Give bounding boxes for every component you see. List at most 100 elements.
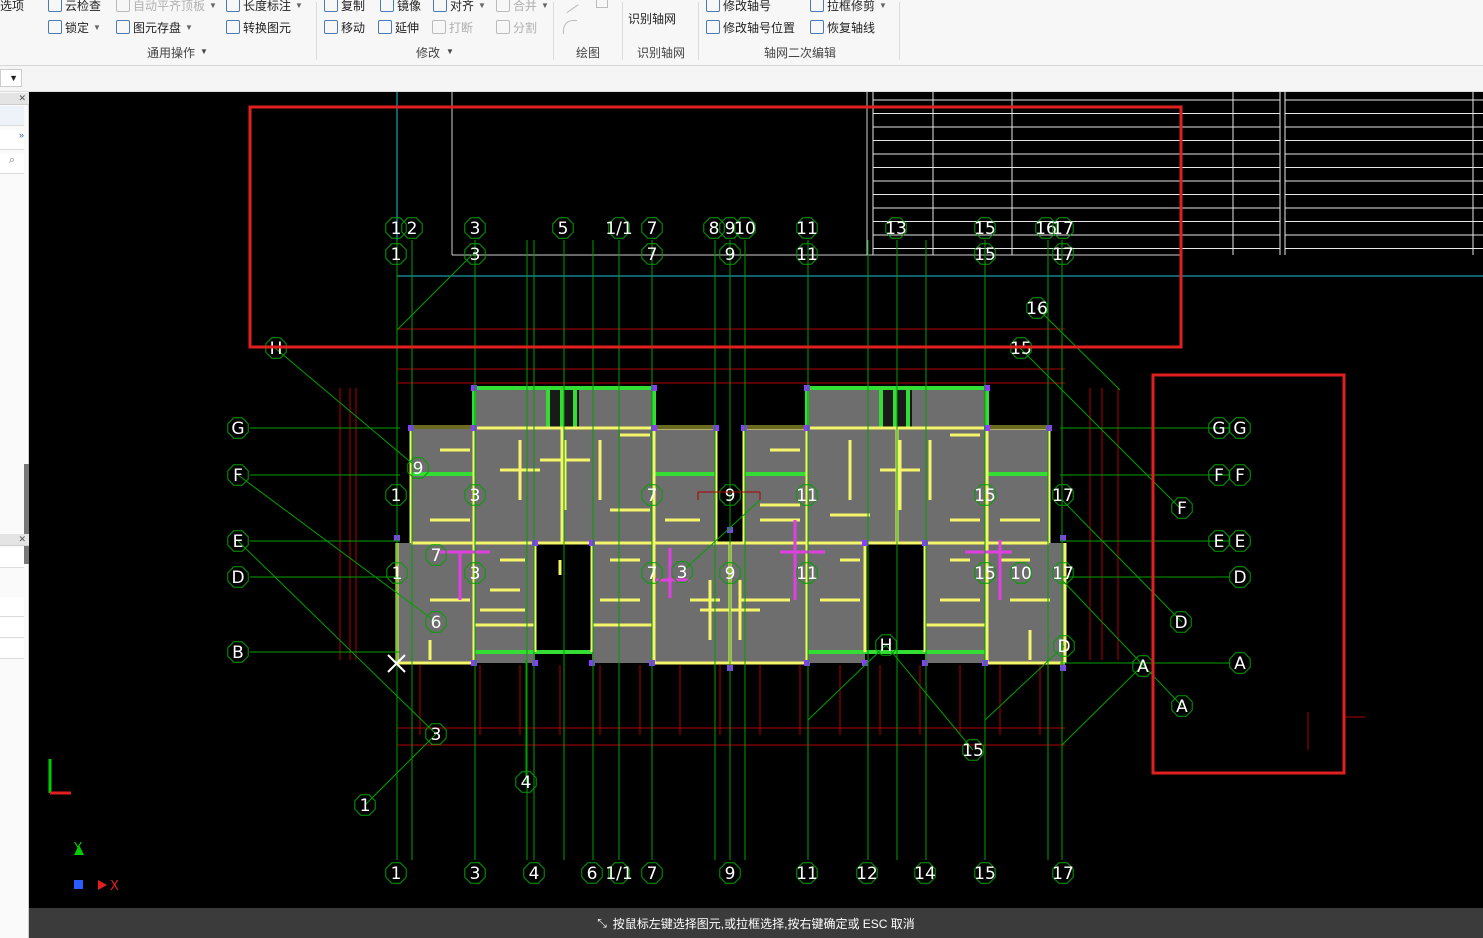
arc-draw-icon[interactable]	[563, 20, 577, 34]
axis-leader-line	[1061, 579, 1183, 707]
axis-label-text: 8	[709, 219, 720, 239]
axis-label-text: 15	[1010, 339, 1032, 359]
identify-grid-label: 识别轴网	[628, 11, 677, 26]
lock-label: 锁定	[65, 20, 90, 35]
element-save-button[interactable]: 图元存盘 ▼	[116, 18, 193, 36]
axis-label-text: 17	[1052, 245, 1074, 265]
axis-leader-line	[274, 347, 421, 471]
length-annotation-button[interactable]: 长度标注 ▼	[226, 0, 303, 14]
identify-grid-button[interactable]: 识别轴网	[628, 9, 676, 27]
axis-label-text: 17	[1052, 864, 1074, 884]
axis-label-text: 3	[470, 219, 481, 239]
axis-leader-line	[1061, 665, 1143, 746]
dropdown-caret-icon[interactable]: ▼	[295, 1, 303, 10]
y-axis-label: Y	[73, 841, 82, 856]
dropdown-caret-icon[interactable]: ▼	[541, 1, 549, 10]
merge-label: 合并	[513, 0, 538, 13]
break-label: 打断	[449, 20, 474, 35]
column-marker	[532, 540, 538, 546]
axis-label-text: 17	[1052, 486, 1074, 506]
convert-element-icon	[226, 20, 240, 34]
extend-button[interactable]: 延伸	[378, 18, 419, 36]
cad-canvas[interactable]: 1 2 3 5 1/1 7 8 9 10 11 13 15 16 17 1 3 7 9 11 15 17 16 15 H G F E…	[29, 92, 1483, 908]
axis-label-text: A	[1176, 697, 1188, 717]
convert-element-button[interactable]: 转换图元	[226, 18, 291, 36]
axis-label-text: 1	[360, 796, 371, 816]
auto-flat-board-button[interactable]: 自动平齐顶板 ▼	[116, 0, 217, 14]
split-button[interactable]: 分割	[496, 18, 537, 36]
axis-label-text: 7	[647, 219, 658, 239]
axis-label-text: F	[1235, 466, 1245, 486]
left-panel-close-icon[interactable]: ✕	[0, 93, 29, 105]
modify-axis-number-icon	[706, 0, 720, 12]
group-general-caret-icon[interactable]: ▼	[200, 47, 208, 56]
box-trim-button[interactable]: 拉框修剪 ▼	[810, 0, 887, 14]
line-draw-icon[interactable]	[561, 0, 579, 14]
left-panel-row[interactable]	[0, 618, 24, 638]
split-icon	[496, 20, 510, 34]
axis-leader-line	[1061, 499, 1183, 623]
column-marker	[471, 660, 477, 666]
axis-label-text: H	[880, 636, 893, 656]
copy-button[interactable]: 复制	[324, 0, 365, 14]
group-label-modify: 修改	[416, 46, 441, 60]
left-panel-close-icon[interactable]: ✕	[0, 534, 29, 546]
left-panel-expand-icon[interactable]: »	[0, 130, 24, 150]
axis-label-text: 1	[391, 486, 402, 506]
mirror-button[interactable]: 镜像	[380, 0, 421, 14]
restore-axis-button[interactable]: 恢复轴线	[810, 18, 875, 36]
axis-label-text: G	[1212, 419, 1225, 439]
axis-label-text: 7	[647, 486, 658, 506]
column-marker	[804, 660, 810, 666]
modify-axis-number-button[interactable]: 修改轴号	[706, 0, 771, 14]
dropdown-caret-icon[interactable]: ▼	[879, 1, 887, 10]
left-panel-row[interactable]	[0, 548, 24, 568]
left-panel-search-icon[interactable]: ⌕	[0, 154, 24, 174]
merge-button[interactable]: 合并 ▼	[496, 0, 549, 14]
lock-button[interactable]: 锁定 ▼	[48, 18, 101, 36]
left-panel: ✕ » ⌕ ✕	[0, 92, 29, 938]
align-button[interactable]: 对齐 ▼	[433, 0, 486, 14]
dropdown-caret-icon[interactable]: ▼	[209, 1, 217, 10]
dropdown-caret-icon[interactable]: ▼	[478, 1, 486, 10]
left-panel-row[interactable]	[0, 597, 24, 617]
group-label-general: 通用操作	[147, 46, 196, 60]
options-tab-partial[interactable]: 选项	[0, 0, 24, 14]
column-marker	[408, 425, 414, 431]
x-arrow-head-icon	[98, 880, 107, 890]
axis-label-text: 9	[725, 864, 736, 884]
move-button[interactable]: 移动	[324, 18, 365, 36]
group-modify-caret-icon[interactable]: ▼	[446, 47, 454, 56]
left-dropdown-chevron-icon[interactable]: ▼	[0, 69, 22, 87]
axis-label-text: 16	[1026, 299, 1048, 319]
axis-label-text: 11	[796, 245, 818, 265]
length-annotation-label: 长度标注	[243, 0, 292, 13]
group-label-draw: 绘图	[576, 46, 601, 60]
dropdown-caret-icon[interactable]: ▼	[93, 23, 101, 32]
cad-drawing[interactable]: 1 2 3 5 1/1 7 8 910 11 13 15 16171 3 7 9 11 15 171615HGFE…	[29, 92, 1483, 908]
left-panel-row[interactable]	[0, 106, 24, 126]
axis-label-text: 11	[796, 486, 818, 506]
mirror-label: 镜像	[397, 0, 422, 13]
copy-icon	[324, 0, 338, 12]
column-marker	[589, 660, 595, 666]
group-separator	[622, 2, 623, 60]
axis-label-text: 1/1	[605, 219, 632, 239]
cursor-select-icon: ⤡	[597, 915, 607, 930]
group-separator	[316, 2, 317, 60]
group-separator	[899, 2, 900, 60]
break-button[interactable]: 打断	[432, 18, 473, 36]
axis-label-text: 9	[725, 564, 736, 584]
modify-axis-position-button[interactable]: 修改轴号位置	[706, 18, 795, 36]
axis-label-text: F	[1214, 466, 1224, 486]
axis-label-text: G	[231, 419, 244, 439]
modify-axis-position-icon	[706, 20, 720, 34]
left-panel-row[interactable]	[0, 639, 24, 659]
cloud-check-button[interactable]: 云检查	[48, 0, 101, 14]
extend-label: 延伸	[395, 20, 420, 35]
axis-label-text: D	[1057, 637, 1070, 657]
dropdown-caret-icon[interactable]: ▼	[185, 23, 193, 32]
axis-label-text: F	[1177, 499, 1187, 519]
rect-draw-icon[interactable]	[596, 0, 608, 8]
axis-label-text: D	[1233, 568, 1246, 588]
